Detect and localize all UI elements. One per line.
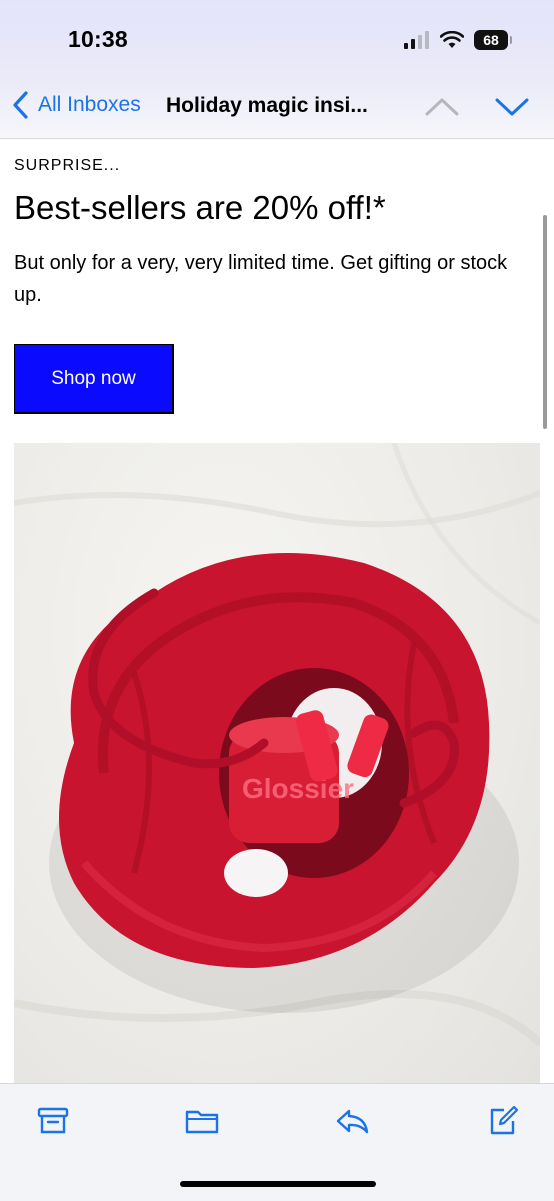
reply-icon (336, 1109, 369, 1134)
email-subject: Holiday magic insi... (166, 94, 368, 117)
back-button[interactable]: All Inboxes (10, 90, 141, 120)
archive-icon (37, 1107, 69, 1134)
next-message-button[interactable] (494, 92, 530, 125)
eyebrow-text: SURPRISE... (14, 157, 121, 174)
battery-icon: 68 (474, 30, 512, 50)
reply-button[interactable] (334, 1104, 370, 1143)
email-body[interactable]: SURPRISE... Best-sellers are 20% off!* B… (0, 139, 554, 1083)
headline: Best-sellers are 20% off!* (14, 189, 386, 226)
archive-button[interactable] (36, 1104, 70, 1143)
move-to-folder-button[interactable] (184, 1104, 220, 1143)
jar-logo-text: Glossier (242, 773, 354, 804)
top-chrome: 10:38 68 All Inboxes Holiday magic insi.… (0, 0, 554, 139)
shop-now-button[interactable]: Shop now (14, 344, 174, 414)
chevron-up-icon (425, 98, 459, 116)
folder-icon (185, 1110, 219, 1134)
chevron-down-icon (495, 98, 529, 116)
previous-message-button[interactable] (424, 92, 460, 125)
chevron-left-icon (13, 91, 28, 119)
wifi-icon (440, 31, 464, 48)
back-label: All Inboxes (38, 93, 141, 116)
signal-icon (404, 31, 429, 49)
nav-bar: All Inboxes Holiday magic insi... (0, 88, 554, 128)
hero-image[interactable]: Glossier (14, 443, 540, 1083)
compose-icon (490, 1105, 519, 1135)
home-indicator[interactable] (180, 1181, 376, 1187)
status-time: 10:38 (68, 26, 128, 52)
pouch-illustration: Glossier (14, 443, 540, 1046)
body-text: But only for a very, very limited time. … (14, 252, 508, 306)
scrollbar[interactable] (543, 215, 547, 429)
compose-button[interactable] (486, 1104, 520, 1143)
status-icons: 68 (404, 30, 512, 50)
